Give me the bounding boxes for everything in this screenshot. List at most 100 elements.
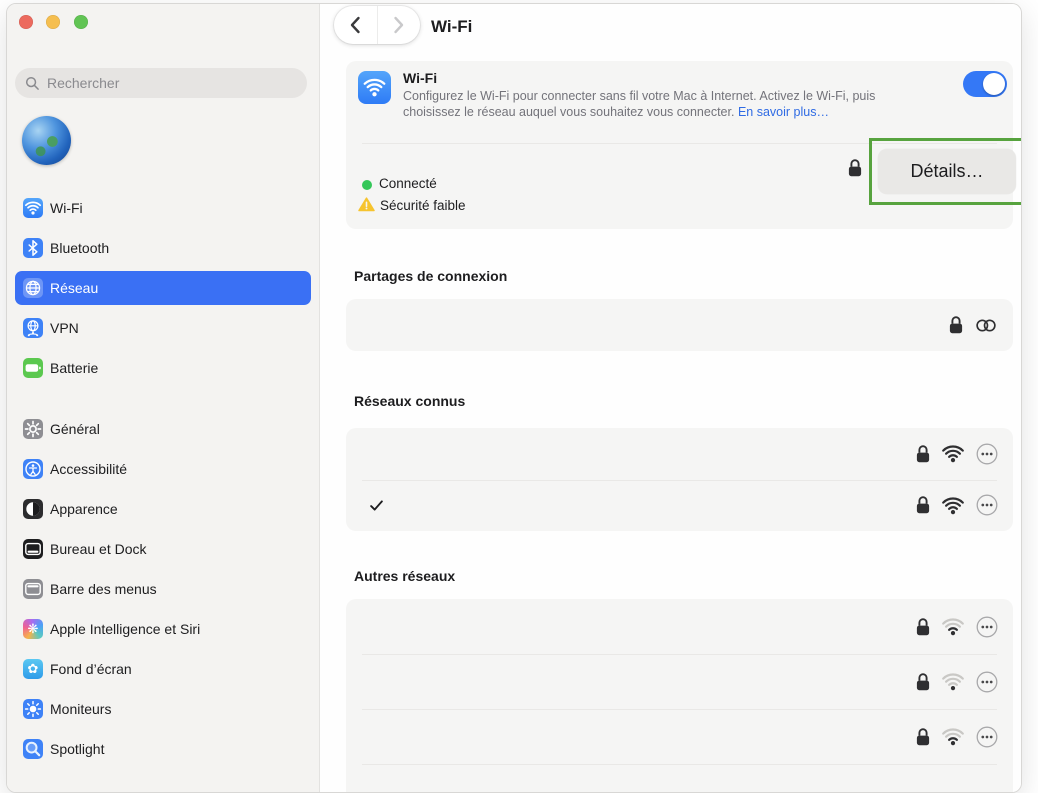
lock-icon	[916, 444, 930, 464]
annotation-highlight	[869, 138, 1022, 205]
desktop-dock-icon	[23, 539, 43, 559]
sidebar-item-wi-fi[interactable]: Wi-Fi	[15, 191, 311, 225]
sidebar-item-label: Batterie	[50, 360, 98, 376]
chevron-right-icon	[393, 16, 405, 34]
search-input[interactable]: Rechercher	[15, 68, 307, 98]
sidebar-item-label: VPN	[50, 320, 79, 336]
sidebar-item-fond-d-cran[interactable]: ✿ Fond d’écran	[15, 652, 311, 686]
known-networks-card	[346, 428, 1013, 531]
appearance-icon	[23, 499, 43, 519]
back-button[interactable]	[334, 6, 377, 44]
lock-icon	[916, 495, 930, 515]
sidebar-item-bluetooth[interactable]: Bluetooth	[15, 231, 311, 265]
connected-dot-icon	[362, 180, 372, 190]
more-options-icon[interactable]	[976, 671, 998, 693]
sidebar-item-label: Wi-Fi	[50, 200, 83, 216]
close-button[interactable]	[19, 15, 33, 29]
bluetooth-icon	[23, 238, 43, 258]
sidebar-nav: Wi-Fi Bluetooth Réseau VPN Batterie Géné…	[15, 191, 311, 772]
network-row-icons	[949, 315, 998, 335]
more-options-icon[interactable]	[976, 494, 998, 516]
sidebar-item-g-n-ral[interactable]: Général	[15, 412, 311, 446]
lock-icon	[916, 617, 930, 637]
sidebar-item-batterie[interactable]: Batterie	[15, 351, 311, 385]
gear-icon	[23, 419, 43, 439]
more-options-icon[interactable]	[976, 443, 998, 465]
network-row-icons	[916, 616, 998, 638]
sidebar-item-label: Bluetooth	[50, 240, 109, 256]
search-placeholder: Rechercher	[47, 75, 119, 91]
checkmark-icon	[369, 499, 384, 512]
wifi-signal-icon	[941, 444, 965, 463]
more-options-icon[interactable]	[976, 616, 998, 638]
row-divider	[362, 764, 997, 765]
network-row-icons	[916, 671, 998, 693]
spotlight-icon	[23, 739, 43, 759]
sidebar-item-label: Général	[50, 421, 100, 437]
wifi-app-icon	[358, 71, 391, 104]
section-title-known-networks: Réseaux connus	[354, 393, 465, 409]
vpn-globe-icon	[23, 318, 43, 338]
sidebar-item-bureau-et-dock[interactable]: Bureau et Dock	[15, 532, 311, 566]
globe-icon	[23, 278, 43, 298]
wifi-signal-icon	[941, 496, 965, 515]
sidebar-item-spotlight[interactable]: Spotlight	[15, 732, 311, 766]
wifi-signal-icon	[941, 727, 965, 746]
network-row[interactable]	[346, 299, 1013, 351]
lock-icon	[949, 315, 963, 335]
network-row[interactable]	[346, 709, 1013, 764]
network-row-icons	[916, 726, 998, 748]
wallpaper-icon: ✿	[23, 659, 43, 679]
accessibility-icon	[23, 459, 43, 479]
sidebar-item-label: Fond d’écran	[50, 661, 132, 677]
sidebar-item-label: Accessibilité	[50, 461, 127, 477]
sidebar-item-vpn[interactable]: VPN	[15, 311, 311, 345]
chevron-left-icon	[349, 16, 361, 34]
search-icon	[25, 76, 40, 91]
sidebar-item-apple-intelligence-et-siri[interactable]: ❋ Apple Intelligence et Siri	[15, 612, 311, 646]
content-pane: Wi-Fi Wi-Fi Configurez le Wi-Fi pour con…	[320, 4, 1021, 792]
lock-icon	[916, 727, 930, 747]
sidebar-item-label: Spotlight	[50, 741, 104, 757]
sidebar-item-apparence[interactable]: Apparence	[15, 492, 311, 526]
forward-button[interactable]	[378, 6, 421, 44]
zoom-button[interactable]	[74, 15, 88, 29]
lock-icon	[916, 672, 930, 692]
sidebar-item-label: Barre des menus	[50, 581, 157, 597]
page-title: Wi-Fi	[431, 17, 472, 37]
wifi-app-icon	[23, 198, 43, 218]
hotspots-card	[346, 299, 1013, 351]
user-avatar[interactable]	[22, 116, 71, 165]
navigation-pill	[334, 6, 420, 44]
system-settings-window: Rechercher Wi-Fi Bluetooth Réseau VPN Ba…	[6, 3, 1022, 793]
wifi-toggle[interactable]	[963, 71, 1007, 97]
sidebar-item-r-seau[interactable]: Réseau	[15, 271, 311, 305]
section-title-other-networks: Autres réseaux	[354, 568, 455, 584]
sidebar-item-moniteurs[interactable]: Moniteurs	[15, 692, 311, 726]
minimize-button[interactable]	[46, 15, 60, 29]
sidebar: Rechercher Wi-Fi Bluetooth Réseau VPN Ba…	[7, 4, 320, 792]
menubar-icon	[23, 579, 43, 599]
wifi-card-title: Wi-Fi	[403, 70, 437, 86]
wifi-description: Configurez le Wi-Fi pour connecter sans …	[403, 89, 909, 120]
network-row[interactable]	[346, 480, 1013, 532]
sidebar-item-label: Réseau	[50, 280, 98, 296]
battery-icon	[23, 358, 43, 378]
lock-icon	[848, 158, 862, 178]
sidebar-item-barre-des-menus[interactable]: Barre des menus	[15, 572, 311, 606]
intelligence-icon: ❋	[23, 619, 43, 639]
sidebar-item-accessibilit-[interactable]: Accessibilité	[15, 452, 311, 486]
sidebar-item-label: Apple Intelligence et Siri	[50, 621, 200, 637]
sun-icon	[23, 699, 43, 719]
status-connected: Connecté	[379, 176, 437, 191]
sidebar-item-label: Moniteurs	[50, 701, 111, 717]
network-row[interactable]	[346, 428, 1013, 480]
network-row[interactable]	[346, 654, 1013, 709]
link-icon	[974, 317, 998, 334]
network-row[interactable]	[346, 599, 1013, 654]
learn-more-link[interactable]: En savoir plus…	[738, 105, 829, 119]
sidebar-group-gap	[15, 391, 311, 412]
warning-icon	[358, 197, 375, 212]
more-options-icon[interactable]	[976, 726, 998, 748]
status-warning: Sécurité faible	[380, 198, 466, 213]
